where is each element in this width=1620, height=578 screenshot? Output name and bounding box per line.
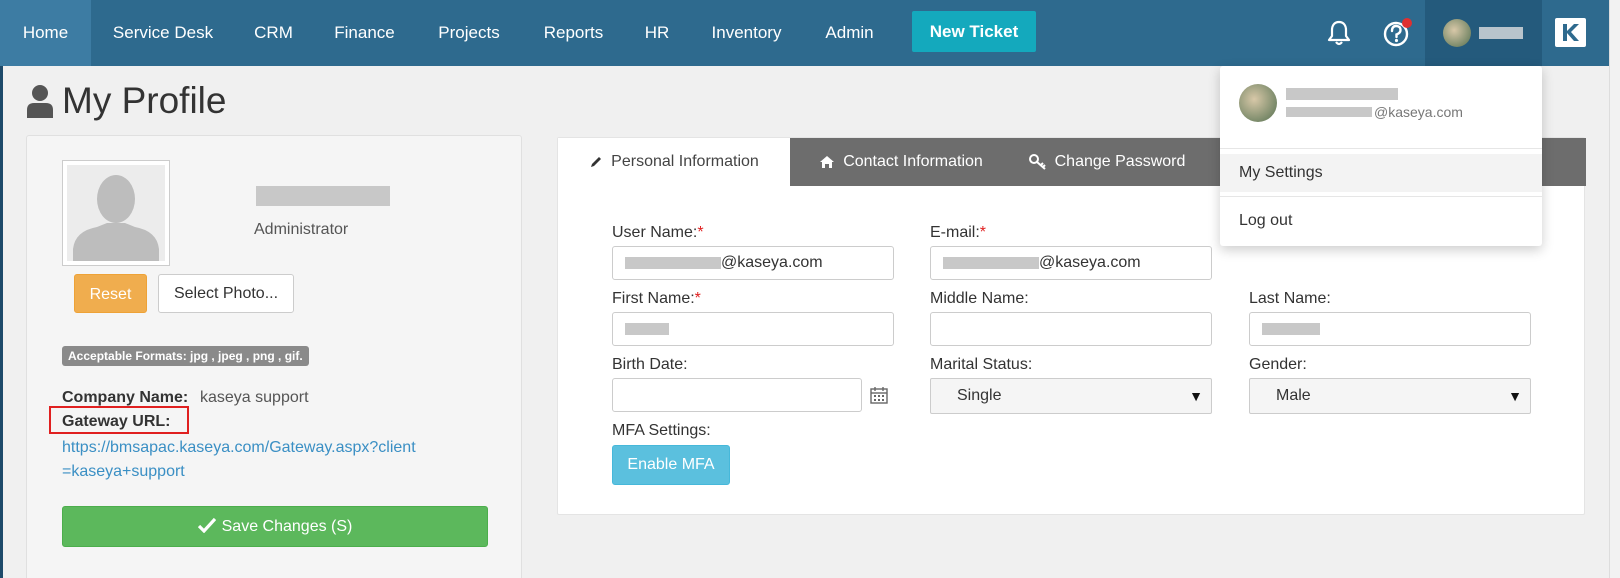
tab-personal-information[interactable]: Personal Information bbox=[558, 138, 790, 186]
company-name-value: kaseya support bbox=[200, 389, 309, 406]
log-out-menu-item[interactable]: Log out bbox=[1220, 202, 1542, 240]
birth-date-label: Birth Date: bbox=[612, 356, 688, 373]
reset-photo-button[interactable]: Reset bbox=[74, 274, 147, 313]
nav-hr[interactable]: HR bbox=[626, 0, 688, 66]
tab-label: Change Password bbox=[1054, 153, 1186, 170]
middle-name-label: Middle Name: bbox=[930, 290, 1029, 307]
marital-status-select[interactable]: Single ▼ bbox=[930, 378, 1212, 414]
nav-admin[interactable]: Admin bbox=[805, 0, 894, 66]
divider bbox=[1220, 148, 1542, 149]
nav-finance[interactable]: Finance bbox=[312, 0, 417, 66]
avatar bbox=[1239, 84, 1277, 122]
user-name-label: User Name:* bbox=[612, 224, 704, 241]
gender-label: Gender: bbox=[1249, 356, 1307, 373]
select-photo-button[interactable]: Select Photo... bbox=[158, 274, 294, 313]
profile-photo bbox=[62, 160, 170, 266]
nav-home[interactable]: Home bbox=[0, 0, 91, 66]
dropdown-user-name-redacted bbox=[1286, 88, 1398, 100]
page-title: My Profile bbox=[26, 76, 226, 126]
gateway-url-label: Gateway URL: bbox=[62, 413, 171, 430]
last-name-label: Last Name: bbox=[1249, 290, 1331, 307]
checkmark-icon bbox=[197, 517, 216, 534]
bell-icon[interactable] bbox=[1323, 17, 1355, 49]
dropdown-user-email: @kaseya.com bbox=[1286, 104, 1463, 120]
first-name-input[interactable] bbox=[612, 312, 894, 346]
profile-role: Administrator bbox=[254, 221, 349, 238]
nav-reports[interactable]: Reports bbox=[521, 0, 626, 66]
tab-label: Personal Information bbox=[611, 153, 759, 170]
divider bbox=[1220, 196, 1542, 197]
email-label: E-mail:* bbox=[930, 224, 987, 241]
help-icon[interactable] bbox=[1381, 17, 1413, 49]
save-changes-label: Save Changes (S) bbox=[221, 518, 353, 535]
gender-value: Male bbox=[1276, 387, 1311, 404]
dropdown-arrow-icon: ▼ bbox=[1189, 388, 1203, 404]
company-name-label: Company Name: bbox=[62, 389, 189, 406]
birth-date-input[interactable] bbox=[612, 378, 862, 412]
nav-inventory[interactable]: Inventory bbox=[688, 0, 805, 66]
new-ticket-button[interactable]: New Ticket bbox=[912, 11, 1036, 52]
profile-name-redacted bbox=[256, 186, 390, 206]
tab-contact-information[interactable]: Contact Information bbox=[790, 138, 1012, 186]
page-title-text: My Profile bbox=[62, 80, 227, 121]
nav-crm[interactable]: CRM bbox=[235, 0, 312, 66]
middle-name-input[interactable] bbox=[930, 312, 1212, 346]
formats-badge: Acceptable Formats: jpg , jpeg , png , g… bbox=[62, 346, 309, 366]
gateway-url-link[interactable]: https://bmsapac.kaseya.com/Gateway.aspx?… bbox=[62, 436, 422, 484]
dropdown-arrow-icon: ▼ bbox=[1508, 388, 1522, 404]
mfa-settings-label: MFA Settings: bbox=[612, 422, 711, 439]
last-name-input[interactable] bbox=[1249, 312, 1531, 346]
notification-dot bbox=[1402, 18, 1412, 28]
my-settings-menu-item[interactable]: My Settings bbox=[1220, 154, 1542, 192]
save-changes-button[interactable]: Save Changes (S) bbox=[62, 506, 488, 547]
user-name-input[interactable]: @kaseya.com bbox=[612, 246, 894, 280]
first-name-label: First Name:* bbox=[612, 290, 701, 307]
top-nav: Home Service Desk CRM Finance Projects R… bbox=[0, 0, 1620, 66]
kaseya-logo-icon[interactable] bbox=[1555, 18, 1586, 47]
avatar bbox=[1443, 19, 1471, 47]
user-menu-toggle[interactable] bbox=[1425, 0, 1542, 66]
tab-label: Contact Information bbox=[843, 153, 983, 170]
pencil-icon bbox=[591, 157, 602, 167]
home-icon bbox=[820, 156, 835, 168]
marital-status-label: Marital Status: bbox=[930, 356, 1033, 373]
nav-service-desk[interactable]: Service Desk bbox=[91, 0, 235, 66]
user-icon bbox=[27, 85, 53, 118]
user-name-redacted bbox=[1479, 27, 1523, 39]
window-edge bbox=[0, 66, 3, 578]
nav-projects[interactable]: Projects bbox=[417, 0, 521, 66]
calendar-icon[interactable] bbox=[870, 386, 888, 404]
default-avatar-icon bbox=[73, 175, 159, 261]
tab-change-password[interactable]: Change Password bbox=[1012, 138, 1202, 186]
scrollbar[interactable] bbox=[1609, 0, 1620, 578]
profile-card: Administrator Reset Select Photo... Acce… bbox=[26, 135, 522, 578]
enable-mfa-button[interactable]: Enable MFA bbox=[612, 445, 730, 485]
key-icon bbox=[1028, 154, 1046, 170]
marital-status-value: Single bbox=[957, 387, 1002, 404]
gender-select[interactable]: Male ▼ bbox=[1249, 378, 1531, 414]
email-input[interactable]: @kaseya.com bbox=[930, 246, 1212, 280]
user-dropdown-menu: @kaseya.com My Settings Log out bbox=[1220, 66, 1542, 246]
